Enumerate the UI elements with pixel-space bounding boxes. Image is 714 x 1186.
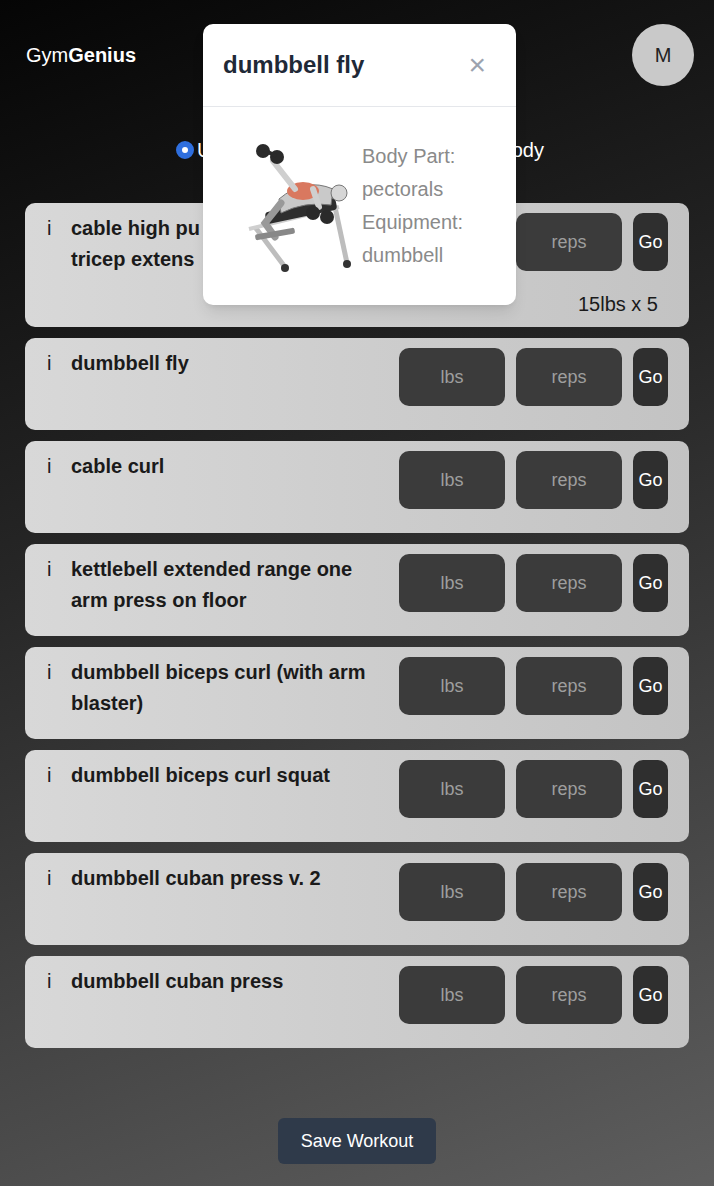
weight-input[interactable] [399, 966, 505, 1024]
weight-input[interactable] [399, 657, 505, 715]
go-button[interactable]: Go [633, 554, 668, 612]
radio-icon[interactable] [176, 141, 194, 159]
info-button[interactable]: i [45, 863, 71, 935]
save-workout-button[interactable]: Save Workout [278, 1118, 436, 1164]
reps-input[interactable] [516, 554, 622, 612]
exercise-card: idumbbell cuban press Go [25, 956, 689, 1048]
exercise-illustration-icon [235, 137, 357, 275]
info-button[interactable]: i [45, 348, 71, 420]
exercise-card: idumbbell biceps curl squat Go [25, 750, 689, 842]
reps-input[interactable] [516, 966, 622, 1024]
weight-input[interactable] [399, 554, 505, 612]
exercise-card: ikettlebell extended range one arm press… [25, 544, 689, 636]
info-button[interactable]: i [45, 760, 71, 832]
weight-input[interactable] [399, 348, 505, 406]
exercise-name: dumbbell cuban press v. 2 [71, 863, 389, 894]
go-button[interactable]: Go [633, 451, 668, 509]
set-history: 15lbs x 5 [578, 291, 658, 317]
info-button[interactable]: i [45, 554, 71, 626]
app: GymGeniusMUodyicable high pu tricep exte… [0, 0, 714, 1186]
reps-input[interactable] [516, 213, 622, 271]
close-button[interactable]: × [468, 50, 496, 80]
exercise-card: icable curl Go [25, 441, 689, 533]
exercise-name: dumbbell fly [71, 348, 389, 379]
exercise-details: Body Part:pectoralsEquipment:dumbbell [362, 140, 463, 272]
info-button[interactable]: i [45, 213, 71, 317]
exercise-name: cable high pu tricep extens [71, 213, 221, 275]
reps-input[interactable] [516, 451, 622, 509]
popup-title: dumbbell fly [223, 47, 364, 83]
detail-item: Equipment:dumbbell [362, 206, 463, 272]
exercise-info-popup: dumbbell fly × Body Part:pectoralsEquipmen… [203, 24, 516, 305]
exercise-card: idumbbell cuban press v. 2 Go [25, 853, 689, 945]
exercise-name: cable curl [71, 451, 389, 482]
go-button[interactable]: Go [633, 213, 668, 271]
go-button[interactable]: Go [633, 348, 668, 406]
go-button[interactable]: Go [633, 760, 668, 818]
brand-logo[interactable]: GymGenius [26, 40, 136, 70]
info-button[interactable]: i [45, 451, 71, 523]
exercise-card: idumbbell fly Go [25, 338, 689, 430]
exercise-card: idumbbell biceps curl (with arm blaster)… [25, 647, 689, 739]
reps-input[interactable] [516, 348, 622, 406]
go-button[interactable]: Go [633, 657, 668, 715]
detail-item: Body Part:pectorals [362, 140, 463, 206]
avatar[interactable]: M [632, 24, 694, 86]
exercise-name: dumbbell cuban press [71, 966, 389, 997]
reps-input[interactable] [516, 863, 622, 921]
exercise-name: dumbbell biceps curl squat [71, 760, 389, 791]
weight-input[interactable] [399, 863, 505, 921]
weight-input[interactable] [399, 760, 505, 818]
exercise-name: kettlebell extended range one arm press … [71, 554, 389, 616]
weight-input[interactable] [399, 451, 505, 509]
reps-input[interactable] [516, 657, 622, 715]
info-button[interactable]: i [45, 966, 71, 1038]
exercise-list: icable high pu tricep extensGo15lbs x 5i… [0, 203, 714, 1048]
exercise-name: dumbbell biceps curl (with arm blaster) [71, 657, 389, 719]
go-button[interactable]: Go [633, 863, 668, 921]
reps-input[interactable] [516, 760, 622, 818]
info-button[interactable]: i [45, 657, 71, 729]
go-button[interactable]: Go [633, 966, 668, 1024]
